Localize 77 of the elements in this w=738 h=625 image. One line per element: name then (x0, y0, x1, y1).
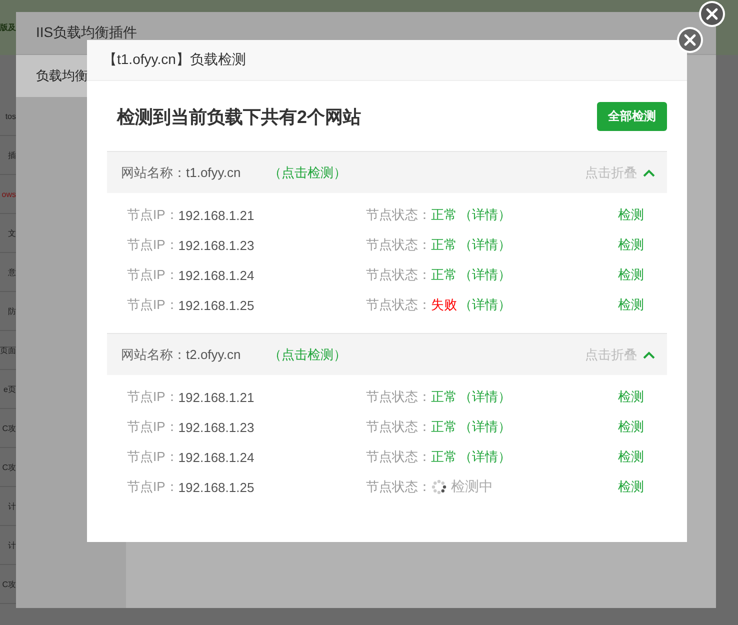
ip-label: 节点IP： (127, 296, 178, 314)
ip-address: 192.168.1.21 (178, 208, 254, 222)
status-label: 节点状态： (366, 448, 431, 466)
detail-link[interactable]: （详情） (459, 236, 511, 254)
sidebar-item[interactable]: 意 (8, 266, 16, 278)
check-link[interactable]: 检测 (618, 388, 644, 406)
sidebar-item[interactable]: 页面 (0, 344, 16, 356)
ip-label: 节点IP： (127, 266, 178, 284)
detail-link[interactable]: （详情） (459, 388, 511, 406)
detail-link[interactable]: （详情） (459, 448, 511, 466)
ip-address: 192.168.1.25 (178, 298, 254, 312)
check-site-link[interactable]: （点击检测） (268, 346, 347, 364)
check-link[interactable]: 检测 (618, 236, 644, 254)
sidebar-item[interactable]: 插 (8, 150, 16, 160)
detail-link[interactable]: （详情） (459, 206, 511, 224)
site-name: t1.ofyy.cn (186, 165, 241, 180)
sidebar-item[interactable]: C攻 (2, 462, 16, 472)
check-site-link[interactable]: （点击检测） (268, 164, 347, 182)
check-link[interactable]: 检测 (618, 296, 644, 314)
check-all-button[interactable]: 全部检测 (597, 102, 667, 131)
collapse-link[interactable]: 点击折叠 (585, 346, 637, 364)
ip-label: 节点IP： (127, 478, 178, 496)
status-label: 节点状态： (366, 236, 431, 254)
detail-link[interactable]: （详情） (459, 418, 511, 436)
chevron-up-icon[interactable] (643, 350, 655, 358)
check-link[interactable]: 检测 (618, 266, 644, 284)
check-link[interactable]: 检测 (618, 478, 644, 496)
sidebar-item[interactable]: 文 (8, 228, 16, 238)
ip-label: 节点IP： (127, 448, 178, 466)
sidebar-item[interactable]: 防 (8, 306, 16, 316)
status-label: 节点状态： (366, 266, 431, 284)
close-icon[interactable] (698, 0, 726, 28)
status-label: 节点状态： (366, 206, 431, 224)
ip-label: 节点IP： (127, 236, 178, 254)
ip-address: 192.168.1.23 (178, 238, 254, 252)
status-label: 节点状态： (366, 296, 431, 314)
status-text: 检测中 (451, 478, 493, 496)
check-link[interactable]: 检测 (618, 418, 644, 436)
status-text: 正常 (431, 236, 457, 254)
spinner-icon (431, 479, 447, 495)
site-name-label: 网站名称： (121, 346, 186, 364)
ip-address: 192.168.1.21 (178, 390, 254, 404)
chevron-up-icon[interactable] (643, 168, 655, 176)
status-text: 失败 (431, 296, 457, 314)
status-label: 节点状态： (366, 478, 431, 496)
status-text: 正常 (431, 388, 457, 406)
sidebar-item[interactable]: C攻 (2, 578, 16, 590)
detail-link[interactable]: （详情） (459, 296, 511, 314)
ip-label: 节点IP： (127, 418, 178, 436)
status-text: 正常 (431, 206, 457, 224)
site-name: t2.ofyy.cn (186, 347, 241, 362)
status-label: 节点状态： (366, 418, 431, 436)
status-label: 节点状态： (366, 388, 431, 406)
check-link[interactable]: 检测 (618, 448, 644, 466)
ip-address: 192.168.1.23 (178, 420, 254, 434)
ip-address: 192.168.1.25 (178, 480, 254, 494)
window-title: IIS负载均衡插件 (36, 24, 138, 42)
sidebar-item[interactable]: C攻 (2, 422, 16, 434)
sidebar-item[interactable]: tos (5, 112, 16, 120)
ip-address: 192.168.1.24 (178, 268, 254, 282)
detail-link[interactable]: （详情） (459, 266, 511, 284)
banner-text: 版及 (0, 22, 16, 33)
status-text: 正常 (431, 418, 457, 436)
ip-label: 节点IP： (127, 388, 178, 406)
ip-label: 节点IP： (127, 206, 178, 224)
site-name-label: 网站名称： (121, 164, 186, 182)
sidebar-item[interactable]: 计 (8, 540, 16, 550)
collapse-link[interactable]: 点击折叠 (585, 164, 637, 182)
close-icon[interactable] (676, 26, 704, 54)
sidebar-item[interactable]: ows (2, 190, 16, 198)
sidebar-item[interactable]: 计 (8, 500, 16, 512)
dialog-heading: 检测到当前负载下共有2个网站 (117, 106, 362, 128)
status-text: 正常 (431, 448, 457, 466)
ip-address: 192.168.1.24 (178, 450, 254, 464)
sidebar-item[interactable]: e页 (4, 384, 16, 394)
status-text: 正常 (431, 266, 457, 284)
check-link[interactable]: 检测 (618, 206, 644, 224)
